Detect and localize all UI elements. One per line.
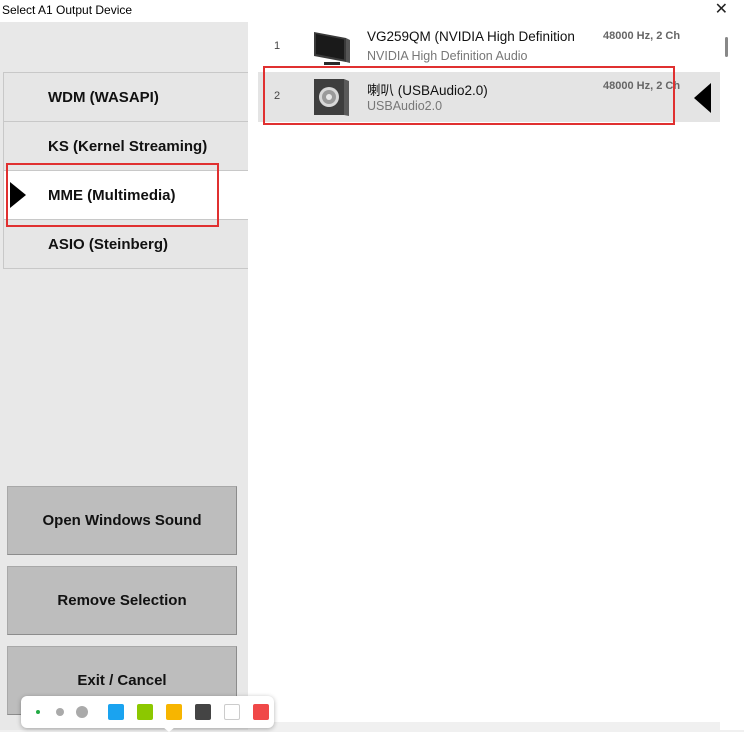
device-format: 48000 Hz, 2 Ch — [603, 30, 681, 42]
driver-list: WDM (WASAPI) KS (Kernel Streaming) MME (… — [3, 72, 248, 269]
driver-item-ks[interactable]: KS (Kernel Streaming) — [3, 122, 248, 171]
device-subtitle: NVIDIA High Definition Audio — [367, 49, 528, 63]
scrollbar[interactable] — [725, 37, 728, 57]
color-swatch-gray[interactable] — [195, 704, 211, 720]
scroll-area — [720, 22, 744, 730]
close-icon[interactable]: ✕ — [715, 1, 728, 19]
driver-label: MME (Multimedia) — [48, 187, 176, 204]
device-row-2[interactable]: 2 喇叭 (USBAudio2.0) USBAudio2.0 48000 Hz,… — [258, 72, 720, 122]
color-swatch-yellow[interactable] — [166, 704, 182, 720]
left-panel: WDM (WASAPI) KS (Kernel Streaming) MME (… — [0, 22, 248, 730]
device-row-1[interactable]: 1 VG259QM (NVIDIA High Definition NVIDIA… — [258, 22, 720, 72]
device-number: 1 — [274, 40, 281, 52]
brush-size-small[interactable] — [36, 710, 40, 714]
color-palette-toolbar — [21, 696, 274, 732]
title-bar: Select A1 Output Device ✕ — [0, 0, 744, 22]
brush-size-medium[interactable] — [56, 708, 64, 716]
driver-item-wdm[interactable]: WDM (WASAPI) — [3, 73, 248, 122]
open-windows-sound-button[interactable]: Open Windows Sound — [7, 486, 237, 555]
brush-size-large[interactable] — [76, 706, 88, 718]
window-title: Select A1 Output Device — [2, 3, 133, 17]
selected-arrow-icon — [694, 83, 711, 113]
driver-item-mme[interactable]: MME (Multimedia) — [3, 171, 248, 220]
device-name: VG259QM (NVIDIA High Definition — [367, 29, 575, 44]
device-list: 1 VG259QM (NVIDIA High Definition NVIDIA… — [248, 22, 720, 722]
driver-label: WDM (WASAPI) — [48, 89, 159, 106]
driver-item-asio[interactable]: ASIO (Steinberg) — [3, 220, 248, 269]
remove-selection-button[interactable]: Remove Selection — [7, 566, 237, 635]
selection-arrow-icon — [10, 182, 26, 208]
color-swatch-white[interactable] — [224, 704, 240, 720]
device-subtitle: USBAudio2.0 — [367, 99, 443, 113]
driver-label: KS (Kernel Streaming) — [48, 138, 208, 155]
device-name: 喇叭 (USBAudio2.0) — [367, 83, 488, 98]
monitor-icon — [314, 32, 350, 65]
driver-label: ASIO (Steinberg) — [48, 236, 169, 253]
device-number: 2 — [274, 90, 281, 102]
speaker-icon — [314, 79, 349, 116]
device-format: 48000 Hz, 2 Ch — [603, 80, 681, 92]
color-swatch-blue[interactable] — [108, 704, 124, 720]
color-swatch-green[interactable] — [137, 704, 153, 720]
color-swatch-red[interactable] — [253, 704, 269, 720]
